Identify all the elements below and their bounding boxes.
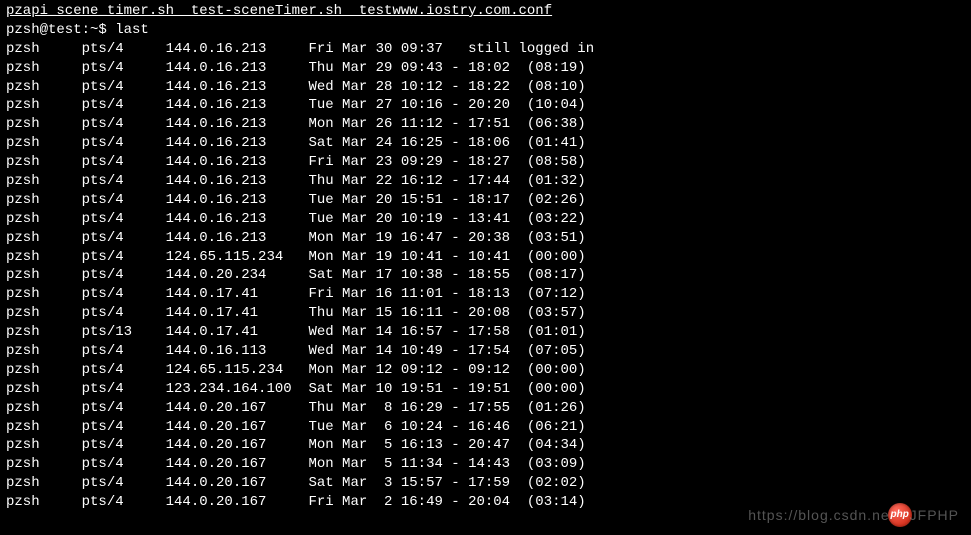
login-record: pzsh pts/4 124.65.115.234 Mon Mar 19 10:… — [6, 248, 965, 267]
watermark-text-left: https://blog.csdn.ne — [748, 506, 889, 525]
login-record: pzsh pts/4 144.0.16.213 Tue Mar 27 10:16… — [6, 96, 965, 115]
login-record: pzsh pts/4 144.0.16.213 Tue Mar 20 10:19… — [6, 210, 965, 229]
watermark: https://blog.csdn.ne php JFPHP — [748, 503, 959, 527]
login-record: pzsh pts/4 144.0.17.41 Thu Mar 15 16:11 … — [6, 304, 965, 323]
login-record: pzsh pts/4 144.0.17.41 Fri Mar 16 11:01 … — [6, 285, 965, 304]
command-text: last — [115, 22, 149, 38]
login-record: pzsh pts/4 144.0.16.213 Thu Mar 29 09:43… — [6, 59, 965, 78]
login-record: pzsh pts/4 144.0.16.213 Thu Mar 22 16:12… — [6, 172, 965, 191]
login-record: pzsh pts/4 144.0.16.213 Wed Mar 28 10:12… — [6, 78, 965, 97]
watermark-text-right: JFPHP — [910, 506, 959, 525]
login-record: pzsh pts/4 144.0.16.113 Wed Mar 14 10:49… — [6, 342, 965, 361]
last-output: pzsh pts/4 144.0.16.213 Fri Mar 30 09:37… — [6, 40, 965, 512]
login-record: pzsh pts/13 144.0.17.41 Wed Mar 14 16:57… — [6, 323, 965, 342]
login-record: pzsh pts/4 144.0.20.167 Sat Mar 3 15:57 … — [6, 474, 965, 493]
login-record: pzsh pts/4 144.0.20.167 Mon Mar 5 11:34 … — [6, 455, 965, 474]
shell-prompt: pzsh@test:~$ — [6, 22, 115, 38]
file-list-line: pzapi_scene_timer.sh test-sceneTimer.sh … — [6, 2, 965, 21]
login-record: pzsh pts/4 144.0.20.167 Thu Mar 8 16:29 … — [6, 399, 965, 418]
php-badge-icon: php — [888, 503, 912, 527]
login-record: pzsh pts/4 144.0.20.167 Tue Mar 6 10:24 … — [6, 418, 965, 437]
login-record: pzsh pts/4 144.0.20.167 Mon Mar 5 16:13 … — [6, 436, 965, 455]
login-record: pzsh pts/4 124.65.115.234 Mon Mar 12 09:… — [6, 361, 965, 380]
login-record: pzsh pts/4 144.0.16.213 Fri Mar 23 09:29… — [6, 153, 965, 172]
login-record: pzsh pts/4 123.234.164.100 Sat Mar 10 19… — [6, 380, 965, 399]
login-record: pzsh pts/4 144.0.16.213 Mon Mar 26 11:12… — [6, 115, 965, 134]
prompt-line: pzsh@test:~$ last — [6, 21, 965, 40]
login-record: pzsh pts/4 144.0.16.213 Sat Mar 24 16:25… — [6, 134, 965, 153]
login-record: pzsh pts/4 144.0.16.213 Mon Mar 19 16:47… — [6, 229, 965, 248]
login-record: pzsh pts/4 144.0.20.234 Sat Mar 17 10:38… — [6, 266, 965, 285]
login-record: pzsh pts/4 144.0.16.213 Tue Mar 20 15:51… — [6, 191, 965, 210]
login-record: pzsh pts/4 144.0.16.213 Fri Mar 30 09:37… — [6, 40, 965, 59]
